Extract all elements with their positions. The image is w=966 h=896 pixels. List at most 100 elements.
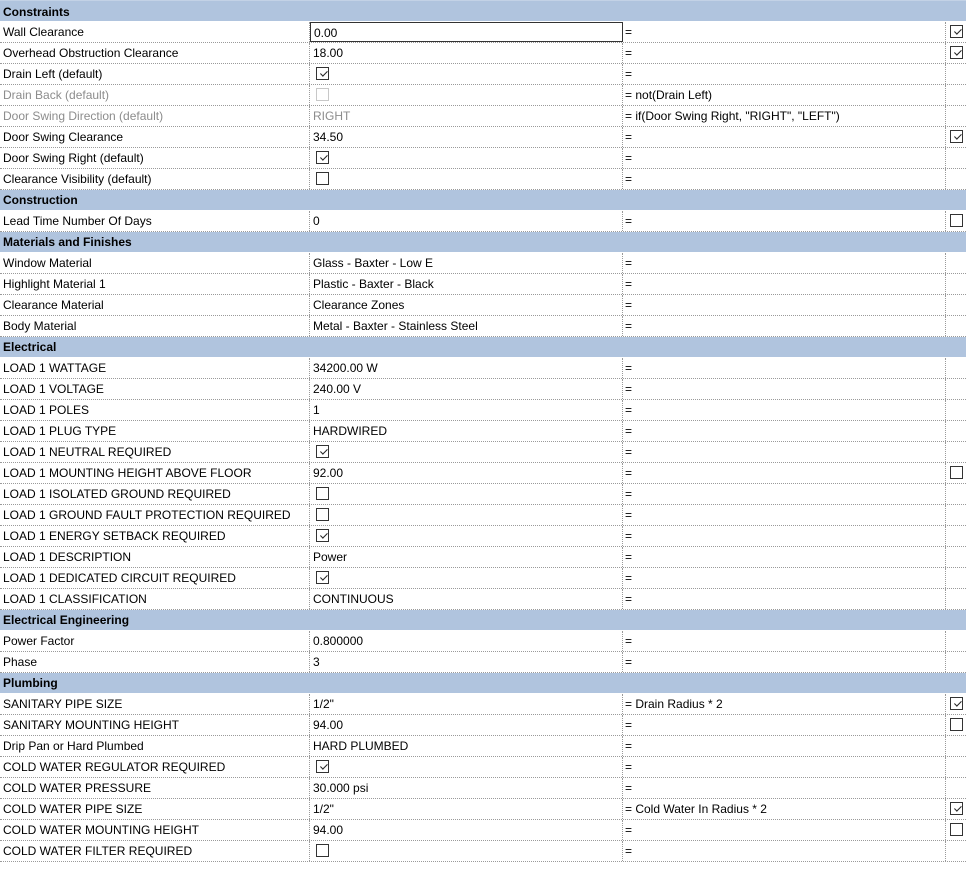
parameter-row[interactable]: Power Factor 0.800000 = <box>0 631 966 652</box>
formula-field[interactable]: = <box>623 568 946 588</box>
formula-field[interactable]: = <box>623 736 946 756</box>
reporting-checkbox[interactable] <box>950 25 963 38</box>
parameter-value-field[interactable]: 0.800000 <box>310 631 623 651</box>
parameter-row[interactable]: LOAD 1 POLES 1 = <box>0 400 966 421</box>
formula-field[interactable]: = <box>623 463 946 483</box>
formula-field[interactable]: = <box>623 589 946 609</box>
formula-field[interactable]: = <box>623 379 946 399</box>
formula-field[interactable]: = Cold Water In Radius * 2 <box>623 799 946 819</box>
parameter-value-field[interactable] <box>310 568 623 588</box>
parameter-row[interactable]: Door Swing Direction (default) RIGHT = if(… <box>0 106 966 127</box>
reporting-checkbox[interactable] <box>950 697 963 710</box>
formula-field[interactable]: = <box>623 253 946 273</box>
formula-field[interactable]: = Drain Radius * 2 <box>623 694 946 714</box>
formula-field[interactable]: = <box>623 715 946 735</box>
formula-field[interactable]: = <box>623 316 946 336</box>
formula-field[interactable]: = <box>623 400 946 420</box>
value-checkbox[interactable] <box>316 760 329 773</box>
parameter-value-field[interactable]: CONTINUOUS <box>310 589 623 609</box>
parameter-row[interactable]: COLD WATER PIPE SIZE 1/2" = Cold Water In … <box>0 799 966 820</box>
value-checkbox[interactable] <box>316 529 329 542</box>
parameter-value-field[interactable]: 240.00 V <box>310 379 623 399</box>
parameter-value-field[interactable]: 1/2" <box>310 694 623 714</box>
parameter-value-field[interactable]: HARDWIRED <box>310 421 623 441</box>
reporting-checkbox[interactable] <box>950 718 963 731</box>
formula-field[interactable]: = <box>623 778 946 798</box>
formula-field[interactable]: = <box>623 43 946 63</box>
parameter-row[interactable]: Wall Clearance 0.00 = <box>0 22 966 43</box>
parameter-row[interactable]: SANITARY PIPE SIZE 1/2" = Drain Radius * 2 <box>0 694 966 715</box>
parameter-value-field[interactable]: 1/2" <box>310 799 623 819</box>
parameter-value-field[interactable]: Power <box>310 547 623 567</box>
formula-field[interactable]: = <box>623 757 946 777</box>
formula-field[interactable]: = <box>623 421 946 441</box>
parameter-row[interactable]: COLD WATER FILTER REQUIRED = <box>0 841 966 862</box>
formula-field[interactable]: = <box>623 652 946 672</box>
parameter-row[interactable]: LOAD 1 ENERGY SETBACK REQUIRED = <box>0 526 966 547</box>
formula-field[interactable]: = if(Door Swing Right, "RIGHT", "LEFT") <box>623 106 946 126</box>
parameter-value-field[interactable]: 0 <box>310 211 623 231</box>
parameter-row[interactable]: LOAD 1 VOLTAGE 240.00 V = <box>0 379 966 400</box>
value-checkbox[interactable] <box>316 151 329 164</box>
value-checkbox[interactable] <box>316 508 329 521</box>
formula-field[interactable]: = <box>623 484 946 504</box>
formula-field[interactable]: = <box>623 547 946 567</box>
parameter-value-field[interactable] <box>310 64 623 84</box>
value-checkbox[interactable] <box>316 172 329 185</box>
section-header-plumbing[interactable]: Plumbing <box>0 673 966 694</box>
parameter-value-field[interactable] <box>310 526 623 546</box>
parameter-value-field[interactable] <box>310 505 623 525</box>
parameter-value-field[interactable] <box>310 442 623 462</box>
parameter-row[interactable]: Highlight Material 1 Plastic - Baxter - B… <box>0 274 966 295</box>
value-checkbox[interactable] <box>316 844 329 857</box>
parameter-value-field[interactable]: 34200.00 W <box>310 358 623 378</box>
parameter-row[interactable]: LOAD 1 NEUTRAL REQUIRED = <box>0 442 966 463</box>
parameter-row[interactable]: Door Swing Right (default) = <box>0 148 966 169</box>
value-checkbox[interactable] <box>316 445 329 458</box>
parameter-value-field[interactable]: 3 <box>310 652 623 672</box>
parameter-row[interactable]: Drain Back (default) = not(Drain Left) <box>0 85 966 106</box>
parameter-row[interactable]: LOAD 1 DESCRIPTION Power = <box>0 547 966 568</box>
parameter-value-field[interactable]: Plastic - Baxter - Black <box>310 274 623 294</box>
parameter-row[interactable]: LOAD 1 PLUG TYPE HARDWIRED = <box>0 421 966 442</box>
parameter-row[interactable]: COLD WATER MOUNTING HEIGHT 94.00 = <box>0 820 966 841</box>
reporting-checkbox[interactable] <box>950 823 963 836</box>
formula-field[interactable]: = <box>623 295 946 315</box>
reporting-checkbox[interactable] <box>950 46 963 59</box>
formula-field[interactable]: = <box>623 169 946 189</box>
parameter-row[interactable]: Lead Time Number Of Days 0 = <box>0 211 966 232</box>
parameter-row[interactable]: LOAD 1 MOUNTING HEIGHT ABOVE FLOOR 92.00 = <box>0 463 966 484</box>
section-header-constraints[interactable]: Constraints <box>0 0 966 22</box>
parameter-row[interactable]: Body Material Metal - Baxter - Stainless … <box>0 316 966 337</box>
formula-field[interactable]: = <box>623 442 946 462</box>
reporting-checkbox[interactable] <box>950 130 963 143</box>
formula-field[interactable]: = <box>623 841 946 861</box>
formula-field[interactable]: = <box>623 505 946 525</box>
parameter-value-field[interactable]: 0.00 <box>310 22 623 42</box>
parameter-value-field[interactable] <box>310 841 623 861</box>
parameter-row[interactable]: COLD WATER PRESSURE 30.000 psi = <box>0 778 966 799</box>
formula-field[interactable]: = <box>623 22 946 42</box>
parameter-row[interactable]: LOAD 1 ISOLATED GROUND REQUIRED = <box>0 484 966 505</box>
parameter-value-field[interactable] <box>310 148 623 168</box>
parameter-value-field[interactable]: 34.50 <box>310 127 623 147</box>
parameter-value-field[interactable]: Metal - Baxter - Stainless Steel <box>310 316 623 336</box>
parameter-row[interactable]: Overhead Obstruction Clearance 18.00 = <box>0 43 966 64</box>
parameter-value-field[interactable] <box>310 169 623 189</box>
parameter-value-field[interactable]: 30.000 psi <box>310 778 623 798</box>
parameter-row[interactable]: Clearance Material Clearance Zones = <box>0 295 966 316</box>
parameter-row[interactable]: Phase 3 = <box>0 652 966 673</box>
reporting-checkbox[interactable] <box>950 466 963 479</box>
value-checkbox[interactable] <box>316 571 329 584</box>
section-header-electrical[interactable]: Electrical <box>0 337 966 358</box>
formula-field[interactable]: = <box>623 64 946 84</box>
formula-field[interactable]: = <box>623 211 946 231</box>
formula-field[interactable]: = <box>623 631 946 651</box>
parameter-row[interactable]: COLD WATER REGULATOR REQUIRED = <box>0 757 966 778</box>
formula-field[interactable]: = <box>623 358 946 378</box>
parameter-row[interactable]: Window Material Glass - Baxter - Low E = <box>0 253 966 274</box>
parameter-row[interactable]: LOAD 1 WATTAGE 34200.00 W = <box>0 358 966 379</box>
value-checkbox[interactable] <box>316 67 329 80</box>
parameter-value-field[interactable]: 94.00 <box>310 820 623 840</box>
reporting-checkbox[interactable] <box>950 214 963 227</box>
